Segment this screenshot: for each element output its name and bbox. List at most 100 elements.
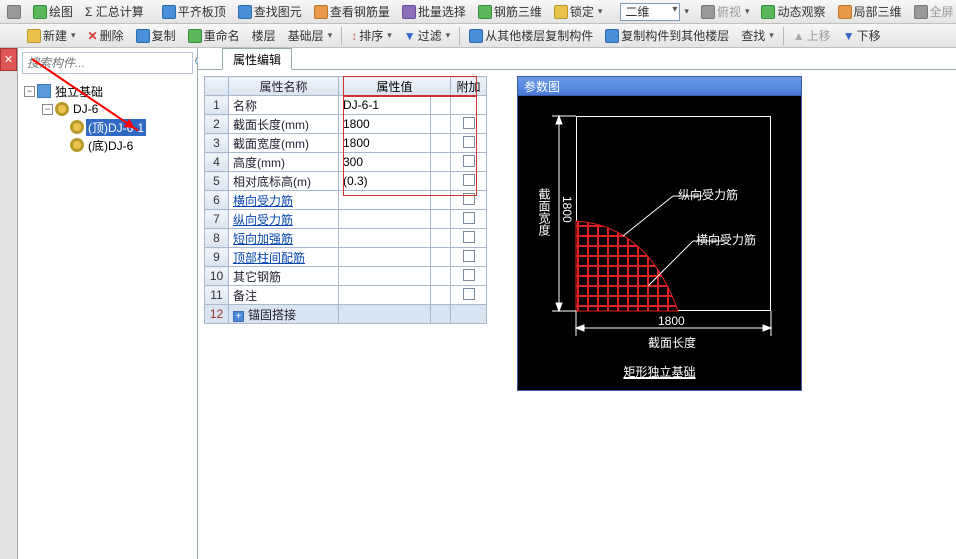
checkbox[interactable] xyxy=(463,250,475,262)
prop-value-ext[interactable] xyxy=(431,267,451,286)
extra-checkbox-cell[interactable] xyxy=(451,153,487,172)
down-btn[interactable]: ▼下移 xyxy=(838,26,886,46)
checkbox[interactable] xyxy=(463,174,475,186)
fullscreen-btn[interactable]: 全屏 xyxy=(909,2,956,22)
prop-value-ext[interactable] xyxy=(431,210,451,229)
prop-value[interactable] xyxy=(339,229,431,248)
prop-value[interactable] xyxy=(339,210,431,229)
table-row[interactable]: 11备注 xyxy=(205,286,487,305)
dock-close[interactable]: ✕ xyxy=(0,48,17,71)
checkbox[interactable] xyxy=(463,212,475,224)
extra-checkbox-cell[interactable] xyxy=(451,305,487,324)
prop-value-ext[interactable] xyxy=(431,134,451,153)
extra-checkbox-cell[interactable] xyxy=(451,229,487,248)
extra-checkbox-cell[interactable] xyxy=(451,96,487,115)
find-btn[interactable]: 查找▾ xyxy=(736,26,779,46)
copy-btn[interactable]: 复制 xyxy=(131,26,181,46)
prop-value-ext[interactable] xyxy=(431,286,451,305)
prop-value[interactable]: 300 xyxy=(339,153,431,172)
expand-icon[interactable]: + xyxy=(233,311,244,322)
plan-view-btn[interactable]: 俯视▾ xyxy=(696,2,755,22)
small-icon[interactable] xyxy=(2,2,26,22)
sort-btn[interactable]: ↕排序▾ xyxy=(346,26,397,46)
prop-value-ext[interactable] xyxy=(431,115,451,134)
prop-value[interactable] xyxy=(339,248,431,267)
prop-value[interactable]: 1800 xyxy=(339,134,431,153)
label: 全屏 xyxy=(930,3,954,20)
col-value[interactable]: 属性值 xyxy=(339,77,451,96)
find-unit-btn[interactable]: 查找图元 xyxy=(233,2,307,22)
table-row[interactable]: 3截面宽度(mm)1800 xyxy=(205,134,487,153)
extra-checkbox-cell[interactable] xyxy=(451,286,487,305)
copyfrom-btn[interactable]: 从其他楼层复制构件 xyxy=(464,26,598,46)
new-btn[interactable]: 新建▾ xyxy=(22,26,81,46)
extra-checkbox-cell[interactable] xyxy=(451,191,487,210)
table-row[interactable]: 9顶部柱间配筋 xyxy=(205,248,487,267)
extra-checkbox-cell[interactable] xyxy=(451,267,487,286)
prop-value-ext[interactable] xyxy=(431,191,451,210)
dyn-observe-btn[interactable]: 动态观察 xyxy=(756,2,830,22)
copyto-btn[interactable]: 复制构件到其他楼层 xyxy=(600,26,734,46)
table-row[interactable]: 1名称DJ-6-1 xyxy=(205,96,487,115)
two-d-dropdown[interactable]: 二维▾ xyxy=(615,2,694,22)
checkbox[interactable] xyxy=(463,117,475,129)
prop-value[interactable] xyxy=(339,267,431,286)
label: DJ-6 xyxy=(71,102,100,116)
prop-value-ext[interactable] xyxy=(431,305,451,324)
prop-value-ext[interactable] xyxy=(431,172,451,191)
table-row[interactable]: 4高度(mm)300 xyxy=(205,153,487,172)
tree-l2b[interactable]: (底)DJ-6 xyxy=(20,136,195,154)
prop-value[interactable]: DJ-6-1 xyxy=(339,96,431,115)
table-row[interactable]: 12+锚固搭接 xyxy=(205,305,487,324)
col-extra[interactable]: 附加 xyxy=(451,77,487,96)
extra-checkbox-cell[interactable] xyxy=(451,248,487,267)
sum-btn[interactable]: Σ 汇总计算 xyxy=(80,2,149,22)
prop-value-ext[interactable] xyxy=(431,248,451,267)
checkbox[interactable] xyxy=(463,136,475,148)
checkbox[interactable] xyxy=(463,288,475,300)
checkbox[interactable] xyxy=(463,155,475,167)
table-row[interactable]: 5相对底标高(m)(0.3) xyxy=(205,172,487,191)
tree-root[interactable]: − 独立基础 xyxy=(20,82,195,100)
extra-checkbox-cell[interactable] xyxy=(451,210,487,229)
tree-l2a-selected[interactable]: (顶)DJ-6-1 xyxy=(20,118,195,136)
checkbox[interactable] xyxy=(463,193,475,205)
property-grid[interactable]: 属性名称 属性值 附加 1名称DJ-6-12截面长度(mm)18003截面宽度(… xyxy=(204,76,487,324)
prop-value-ext[interactable] xyxy=(431,96,451,115)
prop-value[interactable] xyxy=(339,286,431,305)
prop-value-ext[interactable] xyxy=(431,153,451,172)
prop-value[interactable] xyxy=(339,191,431,210)
collapse-icon[interactable]: − xyxy=(42,104,53,115)
checkbox[interactable] xyxy=(463,269,475,281)
prop-value-ext[interactable] xyxy=(431,229,451,248)
base-dropdown[interactable]: 基础层▾ xyxy=(283,26,338,46)
flatroof-btn[interactable]: 平齐板顶 xyxy=(157,2,231,22)
extra-checkbox-cell[interactable] xyxy=(451,134,487,153)
extra-checkbox-cell[interactable] xyxy=(451,115,487,134)
rebar-3d-btn[interactable]: 钢筋三维 xyxy=(473,2,547,22)
draw-btn[interactable]: 绘图 xyxy=(28,2,78,22)
batch-select-btn[interactable]: 批量选择 xyxy=(397,2,471,22)
view-rebar-btn[interactable]: 查看钢筋量 xyxy=(309,2,395,22)
delete-btn[interactable]: ✕删除 xyxy=(83,26,129,46)
rename-btn[interactable]: 重命名 xyxy=(183,26,245,46)
tab-properties[interactable]: 属性编辑 xyxy=(222,48,292,70)
table-row[interactable]: 8短向加强筋 xyxy=(205,229,487,248)
prop-value[interactable]: 1800 xyxy=(339,115,431,134)
lock-btn[interactable]: 锁定▾ xyxy=(549,2,608,22)
col-name[interactable]: 属性名称 xyxy=(229,77,339,96)
row-number: 3 xyxy=(205,134,229,153)
collapse-icon[interactable]: − xyxy=(24,86,35,97)
table-row[interactable]: 2截面长度(mm)1800 xyxy=(205,115,487,134)
prop-value[interactable]: (0.3) xyxy=(339,172,431,191)
extra-checkbox-cell[interactable] xyxy=(451,172,487,191)
checkbox[interactable] xyxy=(463,231,475,243)
table-row[interactable]: 6横向受力筋 xyxy=(205,191,487,210)
prop-value[interactable] xyxy=(339,305,431,324)
table-row[interactable]: 7纵向受力筋 xyxy=(205,210,487,229)
table-row[interactable]: 10其它钢筋 xyxy=(205,267,487,286)
filter-btn[interactable]: ▼过滤▾ xyxy=(399,26,455,46)
up-btn[interactable]: ▲上移 xyxy=(788,26,836,46)
local-3d-btn[interactable]: 局部三维 xyxy=(833,2,907,22)
lbl-vertical-rebar: 纵向受力筋 xyxy=(678,186,738,203)
